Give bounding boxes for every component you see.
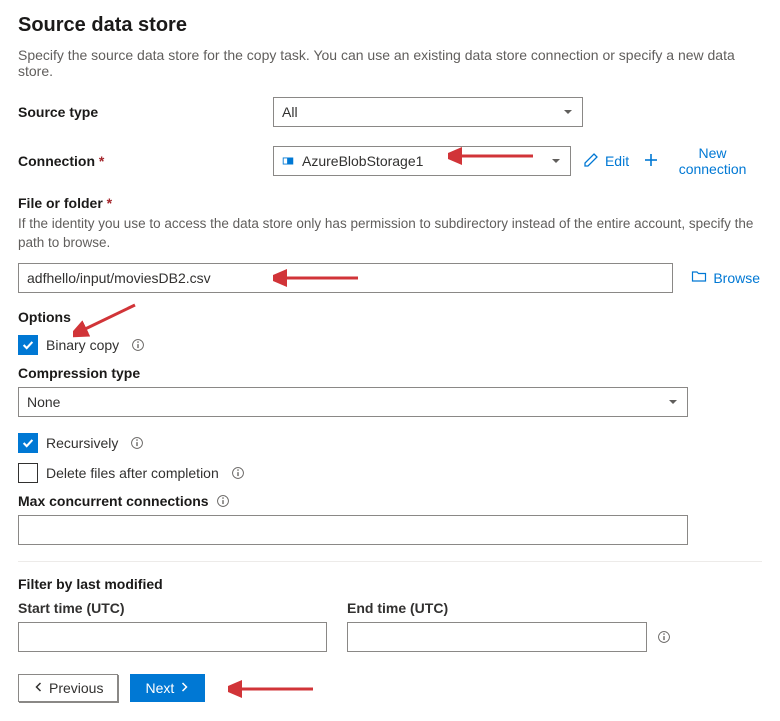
options-section: Options Binary copy Compression type Non…: [18, 309, 762, 545]
browse-button[interactable]: Browse: [689, 264, 762, 291]
compression-type-select[interactable]: None: [18, 387, 688, 417]
source-type-select[interactable]: All: [273, 97, 583, 127]
delete-after-label: Delete files after completion: [46, 465, 219, 481]
connection-label: Connection: [18, 153, 263, 169]
source-type-label: Source type: [18, 104, 263, 120]
binary-copy-checkbox[interactable]: [18, 335, 38, 355]
end-time-col: End time (UTC): [347, 600, 671, 652]
recursively-checkbox[interactable]: [18, 433, 38, 453]
max-concurrent-section: Max concurrent connections: [18, 493, 762, 545]
info-icon[interactable]: [130, 436, 144, 450]
source-type-row: Source type All: [18, 97, 762, 127]
browse-label: Browse: [713, 270, 760, 286]
start-time-col: Start time (UTC): [18, 600, 327, 652]
filter-section: Filter by last modified Start time (UTC)…: [18, 576, 762, 652]
connection-select[interactable]: AzureBlobStorage1: [273, 146, 571, 176]
page-title: Source data store: [18, 14, 762, 37]
chevron-left-icon: [33, 680, 45, 696]
previous-label: Previous: [49, 680, 103, 696]
info-icon[interactable]: [131, 338, 145, 352]
max-concurrent-input[interactable]: [18, 515, 688, 545]
file-folder-section: File or folder If the identity you use t…: [18, 195, 762, 293]
wizard-buttons: Previous Next: [18, 674, 762, 702]
binary-copy-row: Binary copy: [18, 335, 762, 355]
delete-after-row: Delete files after completion: [18, 463, 762, 483]
end-time-label: End time (UTC): [347, 600, 671, 616]
new-connection-label: New connection: [665, 145, 760, 177]
delete-after-checkbox[interactable]: [18, 463, 38, 483]
start-time-label: Start time (UTC): [18, 600, 327, 616]
start-time-input[interactable]: [18, 622, 327, 652]
check-icon: [21, 338, 35, 352]
new-connection-button[interactable]: New connection: [641, 141, 762, 181]
folder-icon: [691, 268, 707, 287]
connection-row: Connection AzureBlobStorage1 Edit New co…: [18, 141, 762, 181]
annotation-arrow-next: [228, 676, 318, 702]
file-folder-helper: If the identity you use to access the da…: [18, 215, 762, 253]
connection-select-wrap: AzureBlobStorage1: [273, 146, 571, 176]
end-time-input[interactable]: [347, 622, 647, 652]
edit-label: Edit: [605, 153, 629, 169]
plus-icon: [643, 152, 659, 171]
file-path-input[interactable]: [18, 263, 673, 293]
edit-connection-button[interactable]: Edit: [581, 148, 631, 175]
max-concurrent-label: Max concurrent connections: [18, 493, 209, 509]
pencil-icon: [583, 152, 599, 171]
filter-label: Filter by last modified: [18, 576, 762, 592]
options-label: Options: [18, 309, 762, 325]
info-icon[interactable]: [231, 466, 245, 480]
check-icon: [21, 436, 35, 450]
divider: [18, 561, 762, 562]
compression-type-section: Compression type None: [18, 365, 762, 417]
page-description: Specify the source data store for the co…: [18, 47, 762, 79]
recursively-label: Recursively: [46, 435, 118, 451]
file-folder-label: File or folder: [18, 195, 762, 211]
info-icon[interactable]: [657, 630, 671, 644]
info-icon[interactable]: [216, 494, 230, 508]
previous-button[interactable]: Previous: [18, 674, 118, 702]
recursively-row: Recursively: [18, 433, 762, 453]
next-button[interactable]: Next: [130, 674, 205, 702]
next-label: Next: [145, 680, 174, 696]
chevron-right-icon: [178, 680, 190, 696]
binary-copy-label: Binary copy: [46, 337, 119, 353]
compression-type-label: Compression type: [18, 365, 762, 381]
